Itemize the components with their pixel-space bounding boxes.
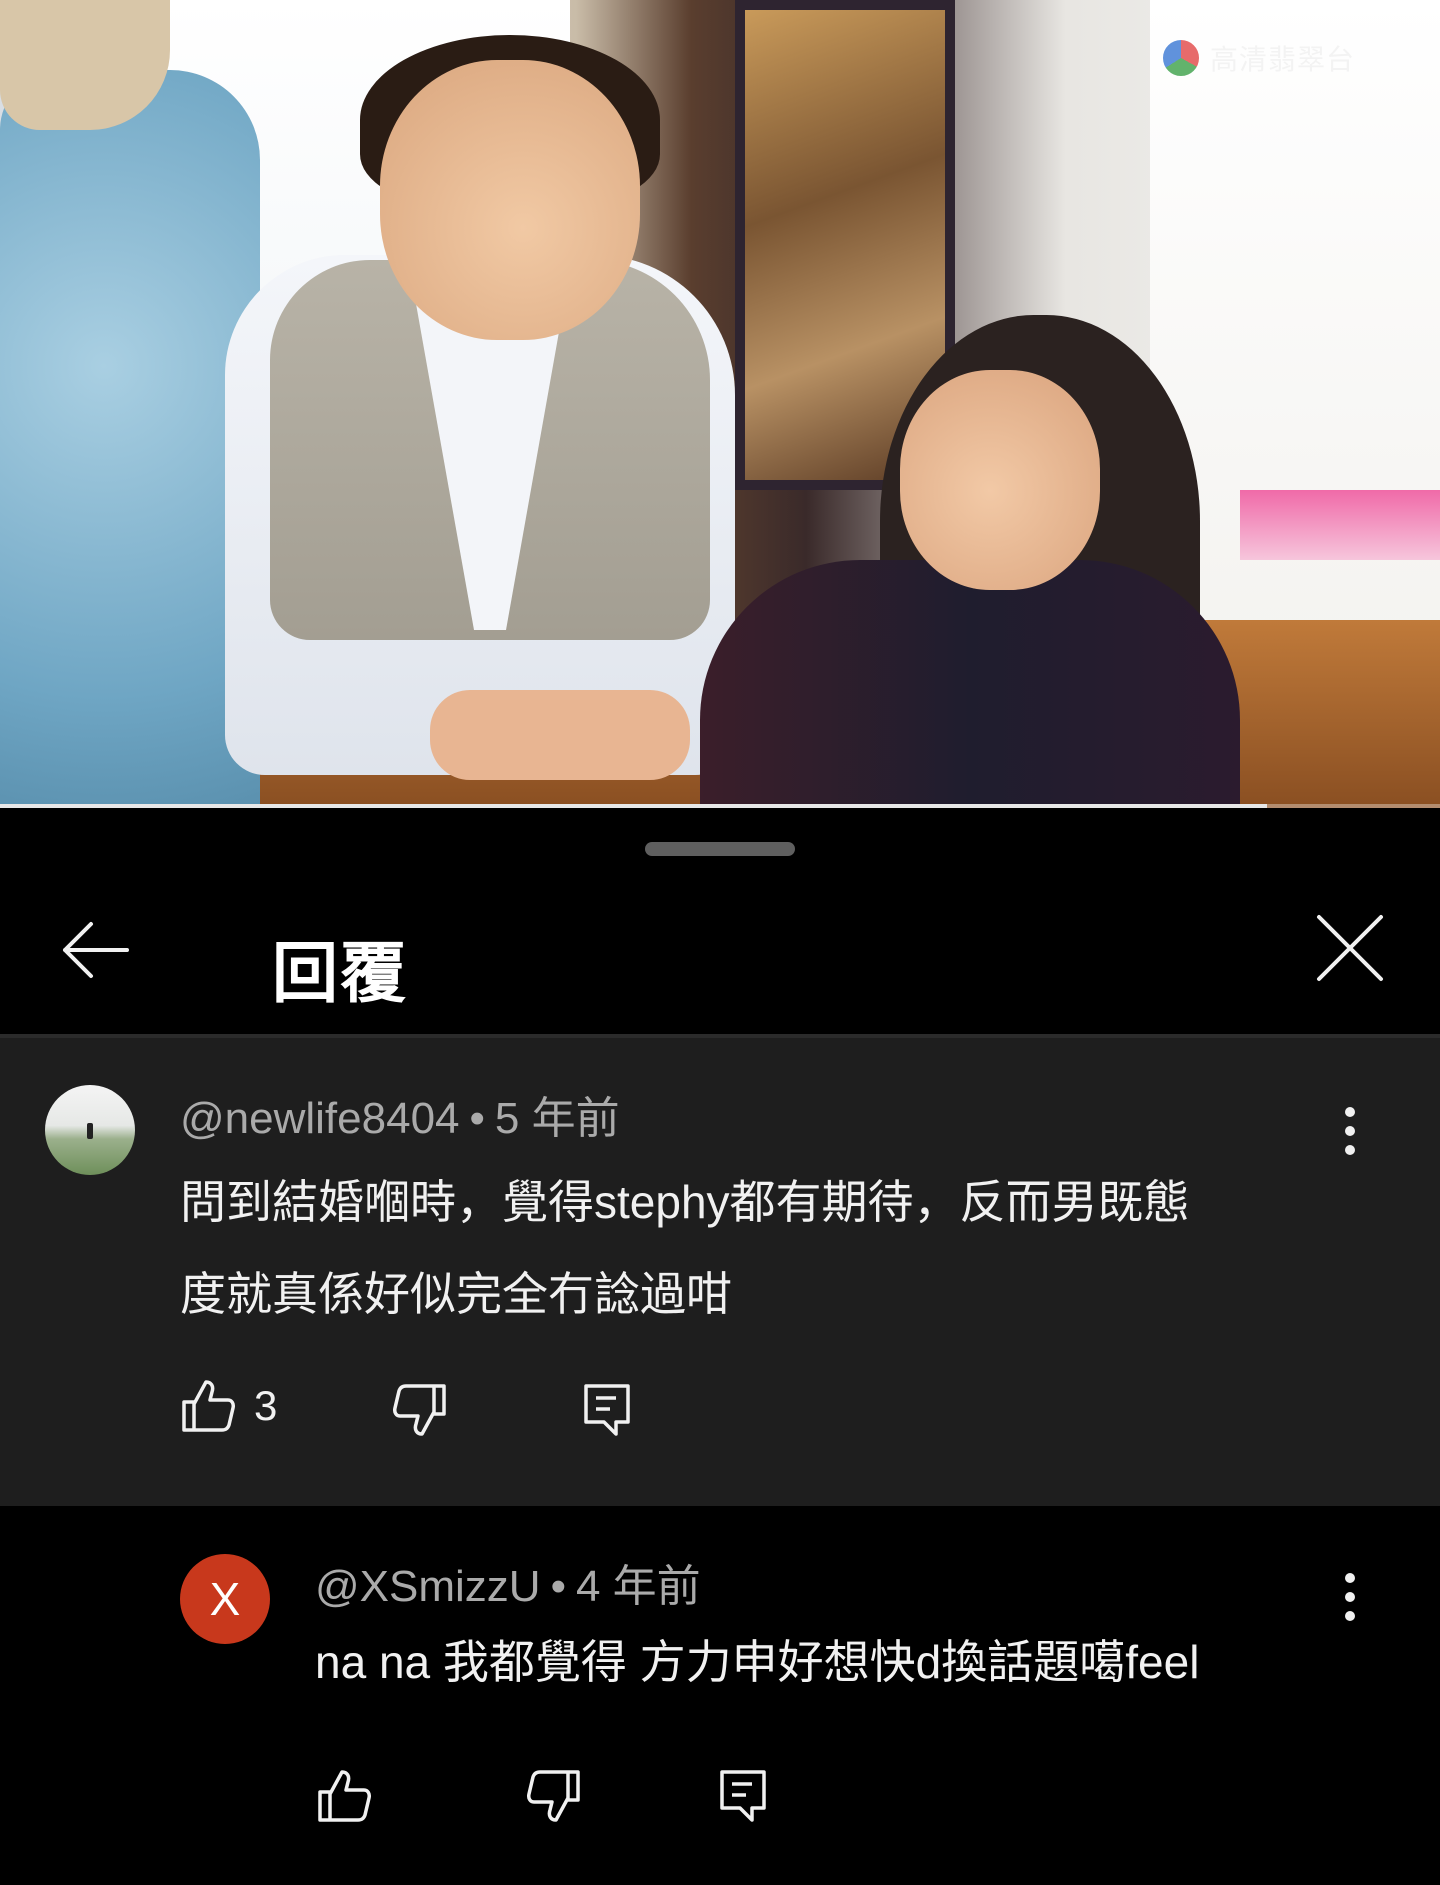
comment-text: 問到結婚嗰時，覺得stephy都有期待，反而男既態 度就真係好似完全冇諗過咁 bbox=[180, 1156, 1190, 1340]
reply-comment: X @XSmizzU • 4 年前 na na 我都覺得 方力申好想快d換話題噶fe… bbox=[0, 1506, 1440, 1885]
drag-handle[interactable] bbox=[645, 842, 795, 856]
dislike-button[interactable] bbox=[526, 1768, 582, 1824]
close-button[interactable] bbox=[1310, 908, 1390, 988]
meta-separator: • bbox=[469, 1094, 485, 1143]
watermark-text: 高清翡翠台 bbox=[1210, 43, 1356, 76]
arrow-left-icon bbox=[63, 922, 129, 978]
video-progress-bar[interactable] bbox=[0, 804, 1440, 808]
more-vertical-icon bbox=[1345, 1573, 1355, 1583]
close-icon bbox=[1317, 915, 1383, 981]
more-vertical-icon bbox=[1345, 1107, 1355, 1117]
comment-time: 5 年前 bbox=[494, 1094, 620, 1143]
thumbs-up-icon bbox=[318, 1770, 371, 1822]
comment-author[interactable]: @newlife8404 bbox=[180, 1094, 460, 1143]
tvb-logo-icon bbox=[1160, 37, 1202, 79]
like-count: 3 bbox=[254, 1382, 278, 1429]
comment-text-line: na na 我都覺得 方力申好想快d換話題噶feel bbox=[315, 1636, 1200, 1688]
comment-meta: @newlife8404 • 5 年前 bbox=[180, 1082, 620, 1146]
more-options-button[interactable] bbox=[1330, 1562, 1370, 1632]
comment-text: na na 我都覺得 方力申好想快d換話題噶feel bbox=[315, 1616, 1199, 1708]
comment-time: 4 年前 bbox=[575, 1562, 701, 1611]
thumbs-up-icon bbox=[182, 1380, 235, 1432]
like-button[interactable]: 3 bbox=[180, 1378, 277, 1434]
panel-header: 回覆 bbox=[0, 870, 1440, 1035]
back-button[interactable] bbox=[50, 910, 140, 990]
video-hands bbox=[430, 690, 690, 780]
replies-panel: 回覆 @newlife8404 • 5 年前 問到結婚嗰時，覺得stephy都有期待… bbox=[0, 810, 1440, 1885]
video-progress-fill bbox=[0, 804, 1268, 808]
thumbs-down-icon bbox=[393, 1384, 446, 1436]
more-dot bbox=[1345, 1611, 1355, 1621]
video-person-right bbox=[700, 560, 1240, 808]
video-person-left bbox=[0, 70, 260, 808]
like-button[interactable] bbox=[316, 1768, 372, 1824]
video-person-right-head bbox=[900, 370, 1100, 590]
avatar-figure bbox=[87, 1123, 93, 1139]
more-dot bbox=[1345, 1145, 1355, 1155]
video-background-decor bbox=[1240, 490, 1440, 560]
reply-comment-icon bbox=[584, 1384, 630, 1436]
dislike-button[interactable] bbox=[392, 1382, 448, 1438]
thumbs-down-icon bbox=[527, 1770, 580, 1822]
page-title: 回覆 bbox=[272, 935, 408, 1012]
reply-button[interactable] bbox=[718, 1768, 768, 1824]
reply-comment-icon bbox=[720, 1770, 766, 1822]
avatar[interactable]: X bbox=[180, 1554, 270, 1644]
more-options-button[interactable] bbox=[1330, 1096, 1370, 1166]
more-dot bbox=[1345, 1592, 1355, 1602]
comment-text-line: 度就真係好似完全冇諗過咁 bbox=[180, 1268, 732, 1320]
meta-separator: • bbox=[550, 1562, 566, 1611]
video-person-center-head bbox=[380, 60, 640, 340]
comment-text-line: 問到結婚嗰時，覺得stephy都有期待，反而男既態 bbox=[180, 1176, 1190, 1228]
more-dot bbox=[1345, 1126, 1355, 1136]
video-player[interactable]: 高清翡翠台 bbox=[0, 0, 1440, 808]
comment-author[interactable]: @XSmizzU bbox=[315, 1562, 541, 1611]
parent-comment: @newlife8404 • 5 年前 問到結婚嗰時，覺得stephy都有期待，反而… bbox=[0, 1038, 1440, 1506]
channel-watermark: 高清翡翠台 bbox=[1160, 37, 1356, 79]
comment-meta: @XSmizzU • 4 年前 bbox=[315, 1550, 701, 1614]
reply-button[interactable] bbox=[582, 1382, 632, 1438]
avatar[interactable] bbox=[45, 1085, 135, 1175]
